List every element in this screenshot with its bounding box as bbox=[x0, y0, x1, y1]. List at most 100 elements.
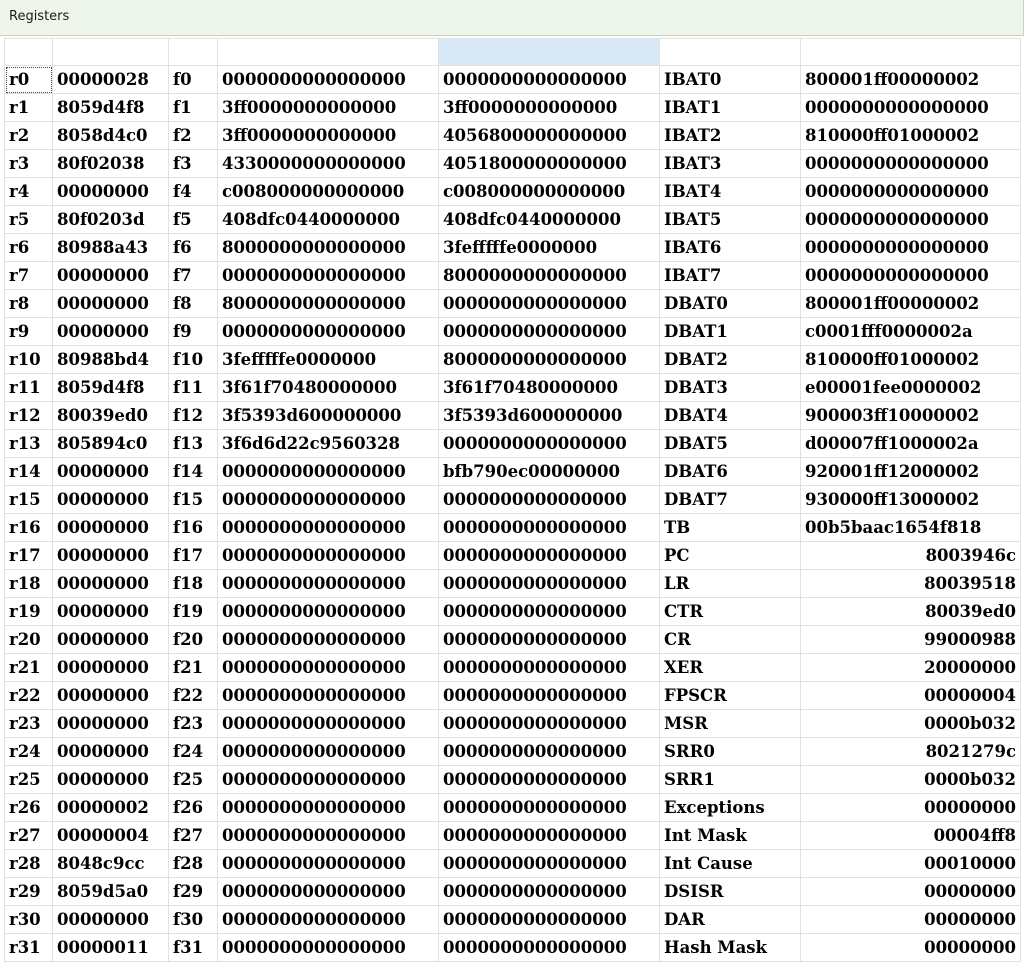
spr-value-cell[interactable]: 00004ff8 bbox=[800, 821, 1021, 850]
fpr-ps1-value-cell[interactable]: 0000000000000000 bbox=[438, 877, 660, 906]
spr-value-cell[interactable]: 00000000 bbox=[800, 933, 1021, 962]
fpr-ps1-value-cell[interactable]: 0000000000000000 bbox=[438, 793, 660, 822]
fpr-ps0-value-cell[interactable]: 0000000000000000 bbox=[217, 653, 439, 682]
spr-value-cell[interactable]: 00000000 bbox=[800, 877, 1021, 906]
gpr-value-cell[interactable]: 00000002 bbox=[52, 793, 169, 822]
fpr-ps1-value-cell[interactable]: 3ff0000000000000 bbox=[438, 93, 660, 122]
fpr-ps0-value-cell[interactable]: 0000000000000000 bbox=[217, 485, 439, 514]
fpr-ps0-value-cell[interactable]: 0000000000000000 bbox=[217, 625, 439, 654]
fpr-ps0-value-cell[interactable]: 3ff0000000000000 bbox=[217, 93, 439, 122]
gpr-value-cell[interactable]: 80f02038 bbox=[52, 149, 169, 178]
spr-value-cell[interactable]: 00000000 bbox=[800, 793, 1021, 822]
fpr-ps1-value-cell[interactable]: 0000000000000000 bbox=[438, 737, 660, 766]
fpr-ps1-value-cell[interactable]: 0000000000000000 bbox=[438, 289, 660, 318]
spr-value-cell[interactable]: 8021279c bbox=[800, 737, 1021, 766]
fpr-ps0-value-cell[interactable]: 0000000000000000 bbox=[217, 905, 439, 934]
fpr-ps0-value-cell[interactable]: 0000000000000000 bbox=[217, 765, 439, 794]
gpr-value-cell[interactable]: 80988a43 bbox=[52, 233, 169, 262]
fpr-ps0-value-cell[interactable]: 0000000000000000 bbox=[217, 457, 439, 486]
gpr-value-cell[interactable]: 00000000 bbox=[52, 625, 169, 654]
gpr-value-cell[interactable]: 00000000 bbox=[52, 709, 169, 738]
fpr-ps0-value-cell[interactable]: 0000000000000000 bbox=[217, 597, 439, 626]
fpr-ps1-value-cell[interactable]: 0000000000000000 bbox=[438, 849, 660, 878]
fpr-ps0-value-cell[interactable]: 3ff0000000000000 bbox=[217, 121, 439, 150]
fpr-ps0-value-cell[interactable]: 0000000000000000 bbox=[217, 541, 439, 570]
gpr-value-cell[interactable]: 00000000 bbox=[52, 905, 169, 934]
fpr-ps1-value-cell[interactable]: 8000000000000000 bbox=[438, 345, 660, 374]
fpr-ps0-value-cell[interactable]: 0000000000000000 bbox=[217, 737, 439, 766]
fpr-ps0-value-cell[interactable]: 0000000000000000 bbox=[217, 877, 439, 906]
gpr-value-cell[interactable]: 805894c0 bbox=[52, 429, 169, 458]
fpr-ps1-value-cell[interactable]: 4051800000000000 bbox=[438, 149, 660, 178]
spr-value-cell[interactable]: 800001ff00000002 bbox=[800, 289, 1021, 318]
gpr-value-cell[interactable]: 00000000 bbox=[52, 261, 169, 290]
spr-value-cell[interactable]: 8003946c bbox=[800, 541, 1021, 570]
gpr-value-cell[interactable]: 00000000 bbox=[52, 485, 169, 514]
fpr-ps1-value-cell[interactable]: bfb790ec00000000 bbox=[438, 457, 660, 486]
spr-value-cell[interactable]: 0000000000000000 bbox=[800, 177, 1021, 206]
gpr-value-cell[interactable]: 00000028 bbox=[52, 65, 169, 94]
fpr-ps0-value-cell[interactable]: 3f5393d600000000 bbox=[217, 401, 439, 430]
fpr-ps1-value-cell[interactable]: 0000000000000000 bbox=[438, 765, 660, 794]
gpr-value-cell[interactable]: 00000000 bbox=[52, 653, 169, 682]
spr-value-cell[interactable]: 900003ff10000002 bbox=[800, 401, 1021, 430]
fpr-ps1-value-cell[interactable]: 0000000000000000 bbox=[438, 513, 660, 542]
fpr-ps1-value-cell[interactable]: 0000000000000000 bbox=[438, 317, 660, 346]
gpr-value-cell[interactable]: 00000000 bbox=[52, 289, 169, 318]
gpr-value-cell[interactable]: 00000000 bbox=[52, 681, 169, 710]
fpr-ps1-value-cell[interactable]: 0000000000000000 bbox=[438, 597, 660, 626]
fpr-ps0-value-cell[interactable]: 8000000000000000 bbox=[217, 289, 439, 318]
spr-value-cell[interactable]: 0000000000000000 bbox=[800, 205, 1021, 234]
spr-value-cell[interactable]: 99000988 bbox=[800, 625, 1021, 654]
fpr-ps1-value-cell[interactable]: 3f5393d600000000 bbox=[438, 401, 660, 430]
gpr-value-cell[interactable]: 00000000 bbox=[52, 737, 169, 766]
header-cell-selected[interactable] bbox=[438, 38, 660, 66]
fpr-ps0-value-cell[interactable]: 0000000000000000 bbox=[217, 513, 439, 542]
gpr-value-cell[interactable]: 00000004 bbox=[52, 821, 169, 850]
gpr-value-cell[interactable]: 00000000 bbox=[52, 569, 169, 598]
fpr-ps0-value-cell[interactable]: c008000000000000 bbox=[217, 177, 439, 206]
spr-value-cell[interactable]: 810000ff01000002 bbox=[800, 121, 1021, 150]
gpr-value-cell[interactable]: 00000000 bbox=[52, 457, 169, 486]
fpr-ps0-value-cell[interactable]: 408dfc0440000000 bbox=[217, 205, 439, 234]
fpr-ps1-value-cell[interactable]: 0000000000000000 bbox=[438, 709, 660, 738]
fpr-ps1-value-cell[interactable]: 0000000000000000 bbox=[438, 429, 660, 458]
gpr-value-cell[interactable]: 80039ed0 bbox=[52, 401, 169, 430]
gpr-value-cell[interactable]: 00000000 bbox=[52, 765, 169, 794]
spr-value-cell[interactable]: 0000000000000000 bbox=[800, 233, 1021, 262]
gpr-value-cell[interactable]: 8058d4c0 bbox=[52, 121, 169, 150]
spr-value-cell[interactable]: 00000004 bbox=[800, 681, 1021, 710]
spr-value-cell[interactable]: 00000000 bbox=[800, 905, 1021, 934]
fpr-ps1-value-cell[interactable]: 0000000000000000 bbox=[438, 933, 660, 962]
fpr-ps0-value-cell[interactable]: 3f6d6d22c9560328 bbox=[217, 429, 439, 458]
fpr-ps0-value-cell[interactable]: 0000000000000000 bbox=[217, 261, 439, 290]
spr-value-cell[interactable]: 920001ff12000002 bbox=[800, 457, 1021, 486]
spr-value-cell[interactable]: 20000000 bbox=[800, 653, 1021, 682]
registers-grid-container[interactable]: r0 00000028 f0 0000000000000000 000000000000… bbox=[4, 38, 1022, 963]
fpr-ps0-value-cell[interactable]: 0000000000000000 bbox=[217, 821, 439, 850]
fpr-ps0-value-cell[interactable]: 3f61f70480000000 bbox=[217, 373, 439, 402]
spr-value-cell[interactable]: 00010000 bbox=[800, 849, 1021, 878]
fpr-ps1-value-cell[interactable]: 0000000000000000 bbox=[438, 569, 660, 598]
fpr-ps1-value-cell[interactable]: 0000000000000000 bbox=[438, 541, 660, 570]
fpr-ps0-value-cell[interactable]: 8000000000000000 bbox=[217, 233, 439, 262]
spr-value-cell[interactable]: c0001fff0000002a bbox=[800, 317, 1021, 346]
fpr-ps0-value-cell[interactable]: 0000000000000000 bbox=[217, 933, 439, 962]
fpr-ps0-value-cell[interactable]: 0000000000000000 bbox=[217, 681, 439, 710]
gpr-value-cell[interactable]: 00000000 bbox=[52, 513, 169, 542]
fpr-ps0-value-cell[interactable]: 0000000000000000 bbox=[217, 65, 439, 94]
fpr-ps0-value-cell[interactable]: 0000000000000000 bbox=[217, 317, 439, 346]
gpr-value-cell[interactable]: 8048c9cc bbox=[52, 849, 169, 878]
gpr-value-cell[interactable]: 80988bd4 bbox=[52, 345, 169, 374]
spr-value-cell[interactable]: 0000000000000000 bbox=[800, 261, 1021, 290]
spr-value-cell[interactable]: 930000ff13000002 bbox=[800, 485, 1021, 514]
fpr-ps1-value-cell[interactable]: 0000000000000000 bbox=[438, 905, 660, 934]
fpr-ps1-value-cell[interactable]: 3fefffffe0000000 bbox=[438, 233, 660, 262]
spr-value-cell[interactable]: 0000000000000000 bbox=[800, 149, 1021, 178]
spr-value-cell[interactable]: 80039ed0 bbox=[800, 597, 1021, 626]
gpr-value-cell[interactable]: 00000011 bbox=[52, 933, 169, 962]
fpr-ps0-value-cell[interactable]: 3fefffffe0000000 bbox=[217, 345, 439, 374]
fpr-ps1-value-cell[interactable]: c008000000000000 bbox=[438, 177, 660, 206]
fpr-ps1-value-cell[interactable]: 0000000000000000 bbox=[438, 485, 660, 514]
spr-value-cell[interactable]: 80039518 bbox=[800, 569, 1021, 598]
